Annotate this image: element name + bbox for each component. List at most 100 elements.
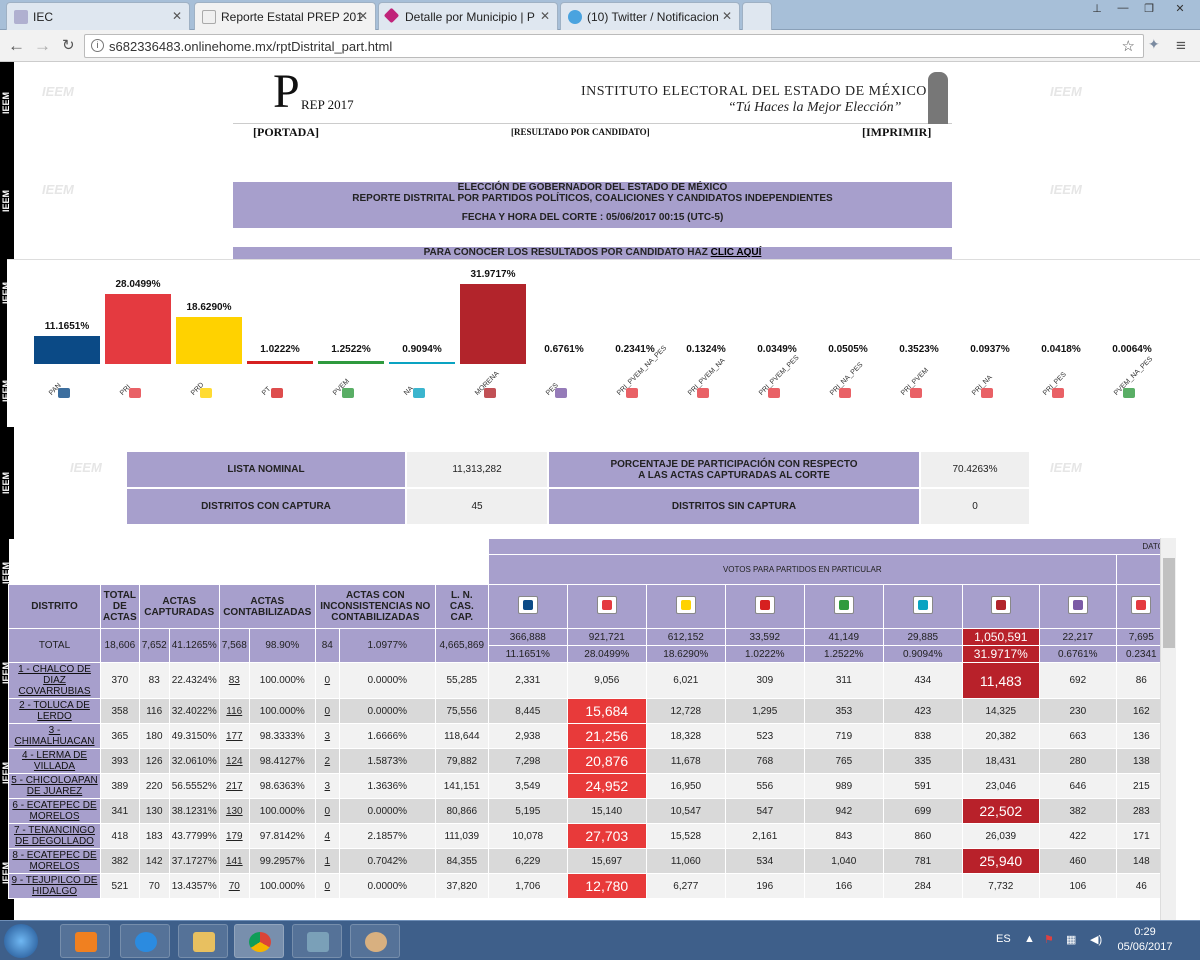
taskbar-paint[interactable] [350,924,400,958]
tab-twitter[interactable]: (10) Twitter / Notificacion ✕ [560,2,740,30]
capturadas-pct-cell: 37.1727% [168,848,220,874]
contabilizadas-link[interactable]: 116 [218,698,250,724]
system-clock[interactable]: 0:29 05/06/2017 [1117,925,1173,955]
scrollbar-thumb[interactable] [1163,558,1175,648]
new-tab-button[interactable] [742,2,772,30]
district-link[interactable]: 7 - TENANCINGO DE DEGOLLADO [8,823,101,849]
prd-logo-icon [675,596,696,614]
prep-logo: P REP 2017 [273,64,354,119]
district-link[interactable]: 2 - TOLUCA DE LERDO [8,698,101,724]
participacion-value: 70.4263% [921,452,1029,487]
show-hidden-icons[interactable]: ▲ [1024,933,1035,945]
tab-reporte[interactable]: Reporte Estatal PREP 201 ✕ [194,2,376,30]
portada-link[interactable]: [PORTADA] [253,125,319,140]
tab-iec[interactable]: IEC ✕ [6,2,190,30]
party-votes-cell: 106 [1038,873,1117,899]
clic-aqui-link[interactable]: CLIC AQUÍ [711,247,762,258]
party-votes-cell: 215 [1115,773,1167,799]
taskbar-explorer[interactable] [178,924,228,958]
distritos-con-captura-label: DISTRITOS CON CAPTURA [127,489,405,524]
taskbar-ie[interactable] [120,924,170,958]
minimize-icon[interactable]: — [1112,2,1134,18]
party-column-header [645,584,726,629]
back-icon[interactable]: ← [8,36,25,56]
party-votes-cell: 781 [882,848,963,874]
close-icon[interactable]: ✕ [540,9,550,23]
resultado-candidato-link[interactable]: [RESULTADO POR CANDIDATO] [511,127,650,137]
language-indicator[interactable]: ES [996,933,1011,945]
party-votes-cell: 22,502 [961,798,1040,824]
restore-icon[interactable]: ❐ [1138,2,1160,18]
district-link[interactable]: 8 - ECATEPEC DE MORELOS [8,848,101,874]
inconsistencias-link[interactable]: 2 [314,748,340,774]
inconsistencias-link[interactable]: 0 [314,698,340,724]
inconsistencias-link[interactable]: 3 [314,773,340,799]
table-row: 2 - TOLUCA DE LERDO 358 116 32.4022% 116 100.… [8,698,1167,724]
contabilizadas-link[interactable]: 177 [218,723,250,749]
contabilizadas-link[interactable]: 124 [218,748,250,774]
district-link[interactable]: 5 - CHICOLOAPAN DE JUAREZ [8,773,101,799]
flag-icon[interactable]: ⚑ [1044,933,1054,946]
contabilizadas-link[interactable]: 70 [218,873,250,899]
bookmark-star-icon[interactable]: ☆ [1122,37,1135,55]
contabilizadas-link[interactable]: 179 [218,823,250,849]
tab-label: Detalle por Municipio | P [405,10,535,24]
district-link[interactable]: 6 - ECATEPEC DE MORELOS [8,798,101,824]
party-column-header [566,584,647,629]
party-votes-cell: 166 [803,873,884,899]
chart-data-label: 0.0937% [970,344,1010,355]
inconsistencias-link[interactable]: 1 [314,848,340,874]
close-icon[interactable]: ✕ [172,9,182,23]
imprimir-link[interactable]: [IMPRIMIR] [862,125,931,140]
menu-icon[interactable]: ≡ [1176,36,1186,56]
total-actas-cell: 418 [100,823,140,849]
inconsistencias-link[interactable]: 0 [314,662,340,699]
contabilizadas-link[interactable]: 141 [218,848,250,874]
party-votes-cell: 136 [1115,723,1167,749]
watermark: IEEM [1050,182,1082,197]
vertical-scrollbar[interactable] [1160,538,1176,920]
party-votes-cell: 20,876 [566,748,647,774]
contabilizadas-link[interactable]: 130 [218,798,250,824]
forward-icon[interactable]: → [34,36,51,56]
reload-icon[interactable]: ↻ [62,36,75,54]
tab-detalle[interactable]: Detalle por Municipio | P ✕ [378,2,558,30]
url-input[interactable]: i s682336483.onlinehome.mx/rptDistrital_… [84,34,1144,58]
inconsistencias-link[interactable]: 4 [314,823,340,849]
inconsistencias-link[interactable]: 3 [314,723,340,749]
taskbar-media[interactable] [60,924,110,958]
capturadas-pct-cell: 32.0610% [168,748,220,774]
extension-icon[interactable]: ✦ [1148,36,1160,53]
close-icon[interactable]: ✕ [358,9,368,23]
user-icon[interactable]: ⊥ [1086,2,1108,18]
taskbar-chrome[interactable] [234,924,284,958]
lista-nominal-cell: 37,820 [434,873,489,899]
party-votes-cell: 5,195 [487,798,568,824]
district-link[interactable]: 9 - TEJUPILCO DE HIDALGO [8,873,101,899]
party-votes-cell: 18,328 [645,723,726,749]
party-logo-icon [200,388,212,398]
inconsistencias-pct-cell: 1.3636% [338,773,436,799]
contabilizadas-link[interactable]: 217 [218,773,250,799]
party-votes-cell: 838 [882,723,963,749]
district-link[interactable]: 1 - CHALCO DE DIAZ COVARRUBIAS [8,662,101,699]
party-column-header [1115,584,1167,629]
network-icon[interactable]: ▦ [1066,933,1076,946]
party-results-chart: 11.1651% PAN 28.0499% PRI 18.6290% PRD 1.0222%… [7,259,1200,427]
watermark: IEEM [1050,460,1082,475]
party-column-header [882,584,963,629]
inconsistencias-link[interactable]: 0 [314,873,340,899]
contabilizadas-link[interactable]: 83 [218,662,250,699]
start-button[interactable] [4,924,38,958]
report-banner: ELECCIÓN DE GOBERNADOR DEL ESTADO DE MÉX… [233,182,952,228]
summary-table: LISTA NOMINAL 11,313,282 PORCENTAJE DE P… [125,450,1031,526]
taskbar-photos[interactable] [292,924,342,958]
volume-icon[interactable]: ◀) [1090,933,1102,946]
total-votes-cell: 7,695 [1115,628,1167,646]
district-link[interactable]: 4 - LERMA DE VILLADA [8,748,101,774]
inconsistencias-link[interactable]: 0 [314,798,340,824]
close-window-icon[interactable]: ✕ [1166,2,1194,18]
close-icon[interactable]: ✕ [722,9,732,23]
district-link[interactable]: 3 - CHIMALHUACAN [8,723,101,749]
info-icon[interactable]: i [91,39,104,52]
